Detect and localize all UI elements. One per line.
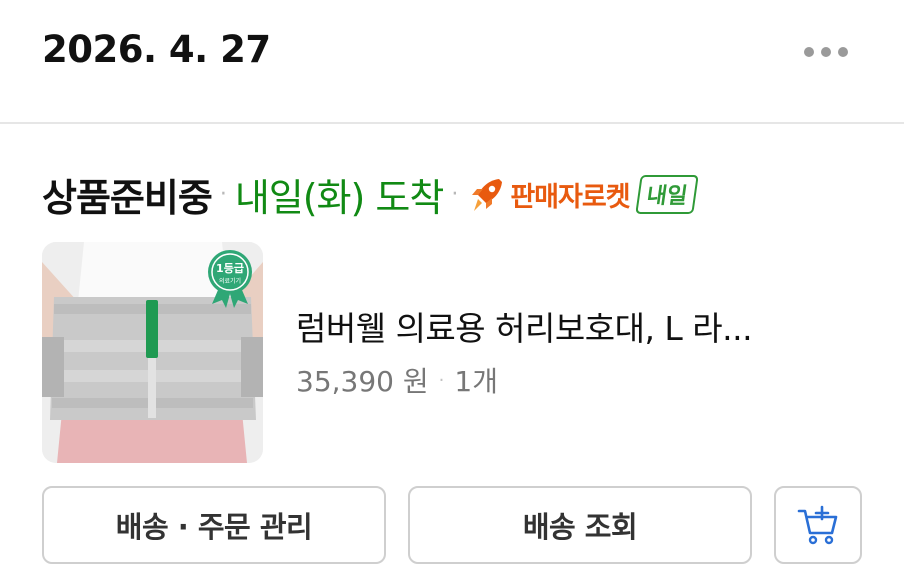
more-dot <box>821 47 831 57</box>
rocket-icon <box>472 179 503 211</box>
more-dot <box>804 47 814 57</box>
product-price: 35,390 원 <box>296 365 429 398</box>
tomorrow-tag: 내일 <box>634 174 699 214</box>
separator-dot: · <box>451 181 459 207</box>
delivery-status-row: 상품준비중 · 내일(화) 도착 · 판매자로켓 내일 <box>42 166 699 222</box>
track-delivery-button[interactable]: 배송 조회 <box>408 486 752 564</box>
order-date: 2026. 4. 27 <box>42 28 271 71</box>
medical-grade-badge: 1등급 <box>216 262 244 275</box>
more-options-button[interactable] <box>804 44 848 60</box>
manage-order-button[interactable]: 배송 · 주문 관리 <box>42 486 386 564</box>
price-row: 35,390 원 · 1개 <box>296 360 498 400</box>
medical-device-label: 의료기기 <box>219 277 241 285</box>
order-status: 상품준비중 <box>42 175 213 220</box>
separator-dot: · <box>219 181 227 207</box>
header-divider <box>0 122 904 124</box>
add-to-cart-button[interactable] <box>774 486 862 564</box>
arrival-date: 내일(화) 도착 <box>234 175 445 220</box>
rocket-label: 판매자로켓 <box>510 181 630 213</box>
seller-rocket-badge: 판매자로켓 내일 <box>466 173 699 215</box>
product-thumbnail[interactable]: 1등급 의료기기 <box>42 242 263 463</box>
more-dot <box>838 47 848 57</box>
product-quantity: 1개 <box>454 365 498 398</box>
product-image: 1등급 의료기기 <box>42 242 263 463</box>
add-to-cart-icon <box>797 505 838 545</box>
separator-dot: · <box>438 369 445 391</box>
product-name[interactable]: 럼버웰 의료용 허리보호대, L 라... <box>296 302 753 350</box>
